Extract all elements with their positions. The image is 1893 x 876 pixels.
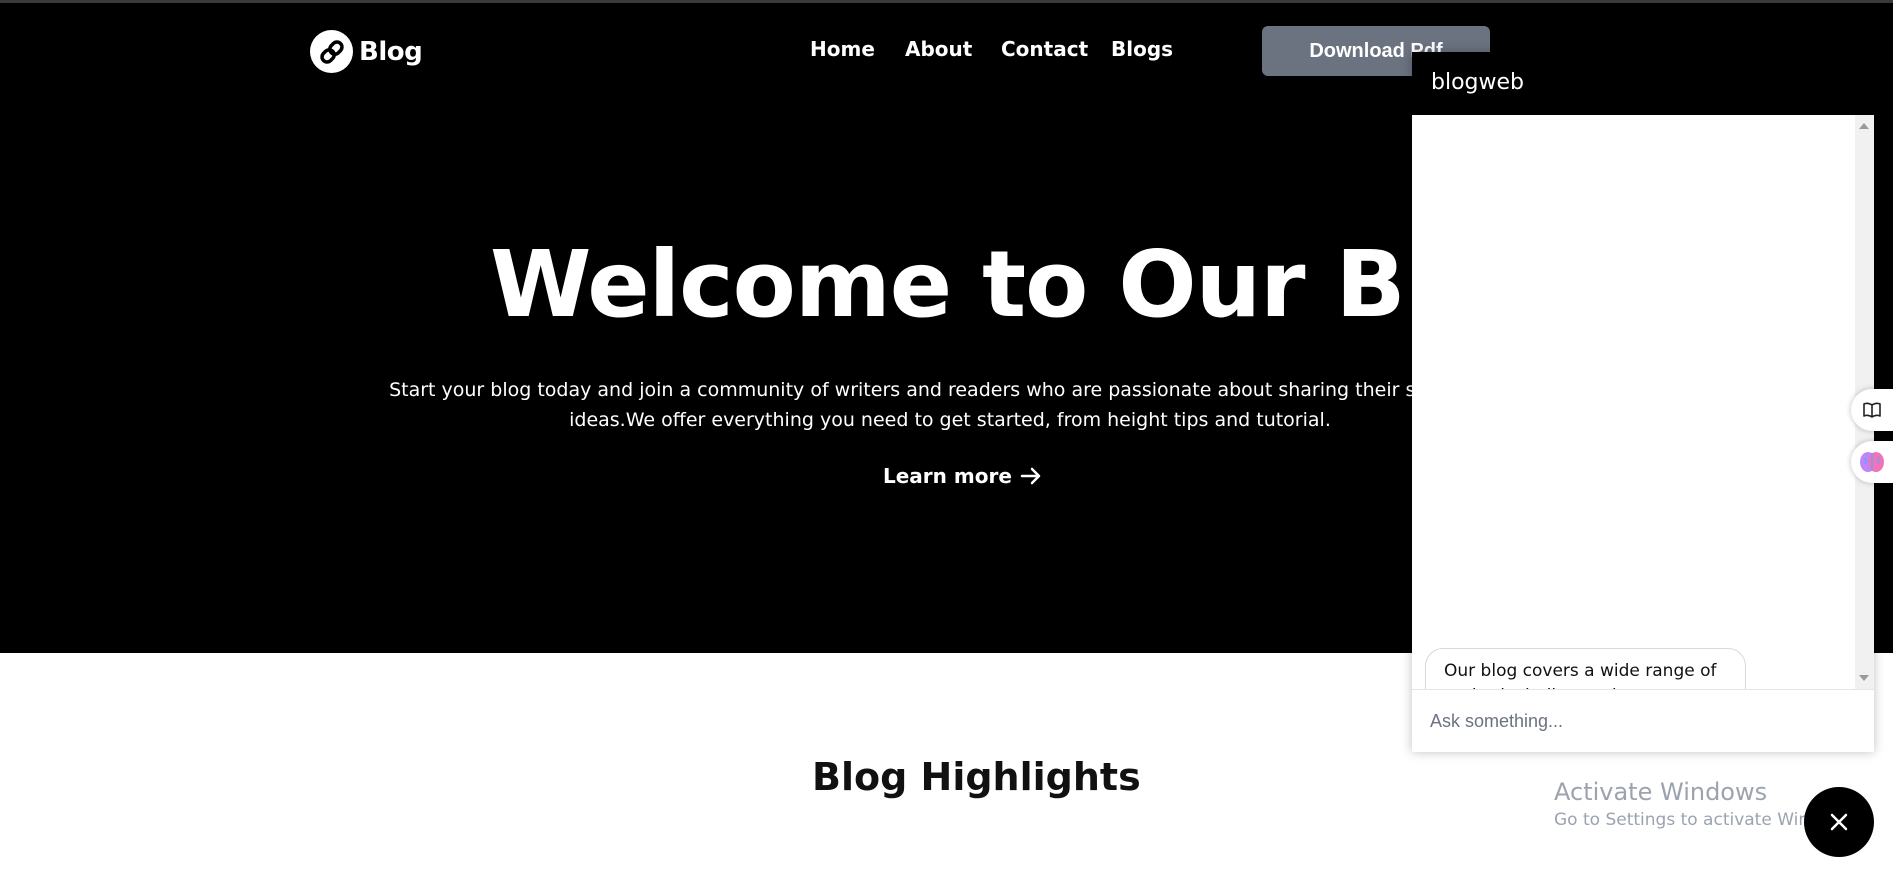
arrow-right-icon [1020, 467, 1041, 485]
nav-contact-link[interactable]: Contact [1001, 37, 1088, 61]
chat-messages[interactable]: Our blog covers a wide range of topics i… [1412, 115, 1874, 745]
chat-input-area [1412, 689, 1874, 752]
chat-title: blogweb [1431, 70, 1524, 95]
learn-more-label: Learn more [883, 464, 1012, 488]
hero-title: Welcome to Our Blog [490, 231, 1563, 338]
link-icon [310, 30, 353, 73]
nav-about-link[interactable]: About [905, 37, 972, 61]
logo-text: Blog [359, 36, 423, 67]
book-icon [1863, 402, 1881, 418]
nav-blogs-link[interactable]: Blogs [1111, 37, 1173, 61]
side-tab-book[interactable] [1851, 389, 1893, 431]
close-icon [1830, 813, 1848, 831]
hero-description: Start your blog today and join a communi… [389, 379, 1511, 431]
side-tab-brain[interactable] [1851, 441, 1893, 483]
chat-close-button[interactable] [1804, 787, 1874, 857]
site-logo[interactable]: Blog [310, 30, 423, 73]
nav-home-link[interactable]: Home [810, 37, 875, 61]
chat-input[interactable] [1430, 706, 1850, 736]
blog-highlights-title: Blog Highlights [812, 755, 1141, 799]
chat-header: blogweb [1412, 52, 1874, 115]
scroll-down-arrow-icon[interactable] [1859, 675, 1869, 681]
chat-widget: blogweb Our blog covers a wide range of … [1412, 52, 1874, 752]
learn-more-link[interactable]: Learn more [883, 464, 1042, 488]
scroll-up-arrow-icon[interactable] [1859, 123, 1869, 129]
brain-icon [1860, 452, 1884, 472]
